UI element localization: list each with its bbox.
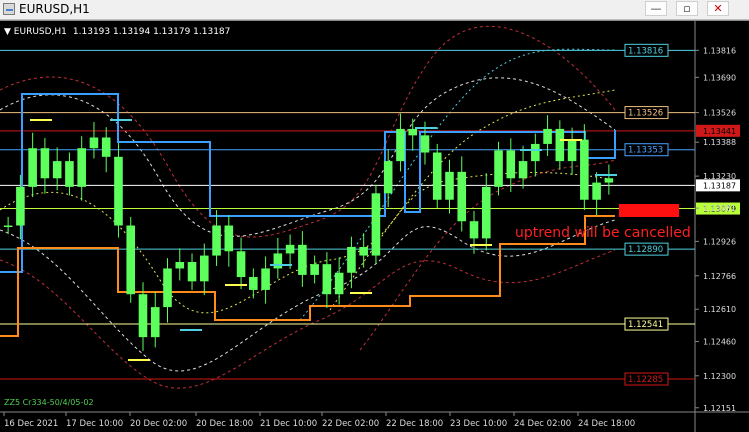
candle-body-24	[298, 244, 307, 275]
candle-body-20	[249, 277, 258, 290]
candle-body-8	[101, 137, 111, 157]
candle-body-7	[89, 137, 99, 149]
candle-body-22	[273, 253, 283, 269]
candle-body-35	[432, 152, 442, 200]
info-bar: ▼ EURUSD,H1 1.13193 1.13194 1.13179 1.131…	[4, 27, 230, 37]
price-tick-0: 1.13816	[703, 46, 736, 55]
candle-body-38	[469, 221, 479, 239]
time-tick-5: 22 Dec 02:00	[322, 419, 379, 429]
time-tick-8: 24 Dec 02:00	[514, 419, 571, 429]
time-tick-9: 24 Dec 18:00	[578, 419, 635, 429]
annotation-marker	[619, 204, 679, 217]
annotation-text: uptrend will be cancelled	[515, 225, 691, 241]
candle-body-4	[52, 161, 62, 179]
candle-body-43	[531, 143, 540, 162]
chart-window-icon	[3, 3, 15, 15]
price-tick-10: 1.12300	[703, 372, 736, 381]
window-titlebar[interactable]: EURUSD,H1 — ▫ ✕	[0, 0, 749, 20]
time-tick-1: 17 Dec 10:00	[66, 419, 123, 429]
candle-body-36	[445, 171, 454, 200]
candle-body-15	[187, 262, 197, 282]
candle-body-45	[555, 128, 565, 162]
candle-body-0	[3, 225, 13, 228]
candle-body-6	[77, 148, 86, 187]
price-tick-1: 1.13690	[703, 73, 736, 82]
level-label-6: 1.12890	[628, 245, 663, 255]
candle-body-47	[580, 139, 589, 200]
price-tick-2: 1.13526	[703, 109, 736, 118]
price-chart[interactable]: 1.13816 1.13526 1.13441 1.13353 1.13187 1.130…	[0, 20, 749, 432]
indicator-label: ZZ5 Cr334-50/4/05-02	[4, 398, 94, 407]
price-tick-6: 1.12926	[703, 237, 736, 246]
candle-body-30	[371, 193, 381, 256]
candle-body-37	[457, 171, 467, 222]
candle-body-17	[212, 225, 221, 256]
candle-body-49	[604, 178, 614, 183]
info-ohlc: 1.13193 1.13194 1.13179 1.13187	[73, 27, 230, 37]
candle-body-48	[592, 182, 601, 200]
candle-body-33	[408, 128, 418, 136]
candle-body-13	[163, 268, 172, 308]
restore-button[interactable]: ▫	[676, 1, 698, 16]
price-tick-9: 1.12460	[703, 337, 736, 346]
price-tick-4: 1.13230	[703, 172, 736, 181]
candle-body-40	[494, 150, 503, 187]
window-title: EURUSD,H1	[19, 2, 90, 16]
candle-body-27	[334, 272, 344, 295]
price-tick-7: 1.12766	[703, 272, 736, 281]
time-tick-7: 23 Dec 10:00	[450, 419, 507, 429]
time-tick-3: 20 Dec 18:00	[196, 419, 253, 429]
candle-body-9	[114, 156, 123, 226]
candle-body-39	[481, 186, 491, 239]
candle-body-23	[285, 244, 295, 254]
candle-body-42	[518, 161, 528, 179]
candle-body-11	[138, 294, 148, 338]
minimize-button[interactable]: —	[645, 1, 667, 16]
candle-body-3	[40, 148, 50, 179]
candle-body-28	[347, 246, 356, 273]
level-label-3: 1.13353	[628, 146, 663, 156]
level-price-label-4: 1.13187	[703, 181, 736, 190]
candle-body-31	[383, 161, 393, 194]
close-button[interactable]: ✕	[707, 1, 729, 16]
candle-body-44	[543, 128, 552, 144]
candle-body-5	[65, 161, 74, 187]
candle-body-12	[150, 307, 160, 338]
time-tick-2: 20 Dec 02:00	[130, 419, 187, 429]
candle-body-18	[224, 225, 234, 252]
level-label-8: 1.12285	[628, 375, 663, 385]
candle-body-32	[396, 128, 405, 162]
level-price-label-2: 1.13441	[703, 127, 736, 136]
candle-body-34	[420, 135, 430, 153]
level-label-0: 1.13816	[628, 46, 663, 56]
candle-body-26	[322, 264, 332, 295]
candle-body-19	[236, 251, 246, 278]
candle-body-10	[126, 225, 136, 295]
price-tick-3: 1.13388	[703, 138, 736, 147]
time-tick-6: 22 Dec 18:00	[386, 419, 443, 429]
candle-body-29	[359, 246, 368, 256]
candle-body-16	[199, 255, 209, 282]
info-symbol: EURUSD,H1	[14, 27, 67, 37]
price-tick-5: 1.13081	[703, 204, 736, 213]
time-tick-0: 16 Dec 2021	[4, 419, 58, 429]
price-tick-11: 1.12151	[703, 404, 736, 413]
candle-body-25	[310, 264, 319, 275]
level-label-7: 1.12541	[628, 320, 663, 330]
symbol-dropdown-icon: ▼	[4, 27, 14, 37]
time-tick-4: 21 Dec 10:00	[260, 419, 317, 429]
candle-body-41	[506, 150, 516, 179]
candle-body-21	[261, 268, 270, 290]
level-label-1: 1.13526	[628, 109, 663, 119]
candle-body-1	[16, 186, 25, 226]
candle-body-46	[567, 139, 577, 162]
price-tick-8: 1.12610	[703, 305, 736, 314]
candle-body-2	[28, 148, 37, 187]
candle-body-14	[175, 262, 185, 269]
